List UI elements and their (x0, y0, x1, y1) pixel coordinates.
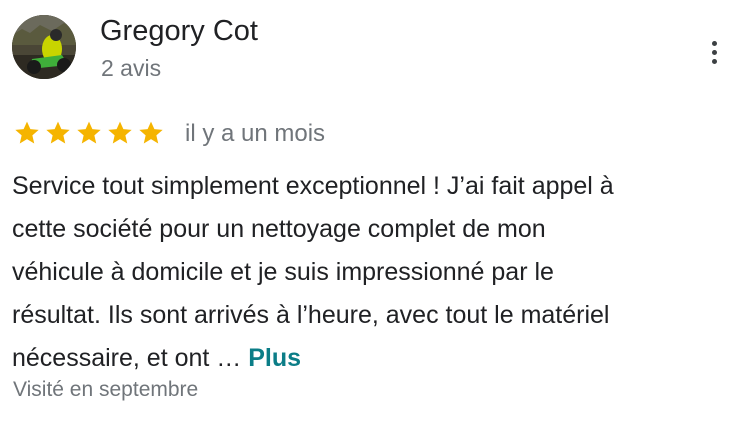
more-options-button[interactable] (698, 34, 730, 70)
avatar-image (12, 15, 76, 79)
avatar[interactable] (12, 15, 76, 79)
visit-info: Visité en septembre (13, 378, 199, 401)
review-text-line: véhicule à domicile et je suis impressio… (12, 258, 554, 286)
reviewer-name[interactable]: Gregory Cot (100, 14, 258, 48)
review-text-truncated: nécessaire, et ont … (12, 344, 249, 372)
review-text-line: cette société pour un nettoyage complet … (12, 215, 546, 243)
review-text-line: Service tout simplement exceptionnel ! J… (12, 172, 614, 200)
more-vert-icon-dot (711, 49, 717, 55)
review-count[interactable]: 2 avis (101, 54, 161, 82)
star-icon (106, 119, 134, 147)
review-text-line: résultat. Ils sont arrivés à l’heure, av… (12, 301, 610, 329)
star-icon (44, 119, 72, 147)
star-icon (137, 119, 165, 147)
star-rating (13, 119, 165, 147)
more-vert-icon (711, 40, 717, 46)
review-text: Service tout simplement exceptionnel ! J… (12, 165, 732, 380)
review-text-line-last: nécessaire, et ont … Plus (12, 337, 732, 380)
star-icon (75, 119, 103, 147)
more-vert-icon-dot (711, 58, 717, 64)
star-icon (13, 119, 41, 147)
read-more-link[interactable]: Plus (248, 344, 301, 372)
review-date: il y a un mois (185, 120, 326, 147)
review-card: Gregory Cot 2 avis il y a un mois Servic… (0, 0, 742, 426)
